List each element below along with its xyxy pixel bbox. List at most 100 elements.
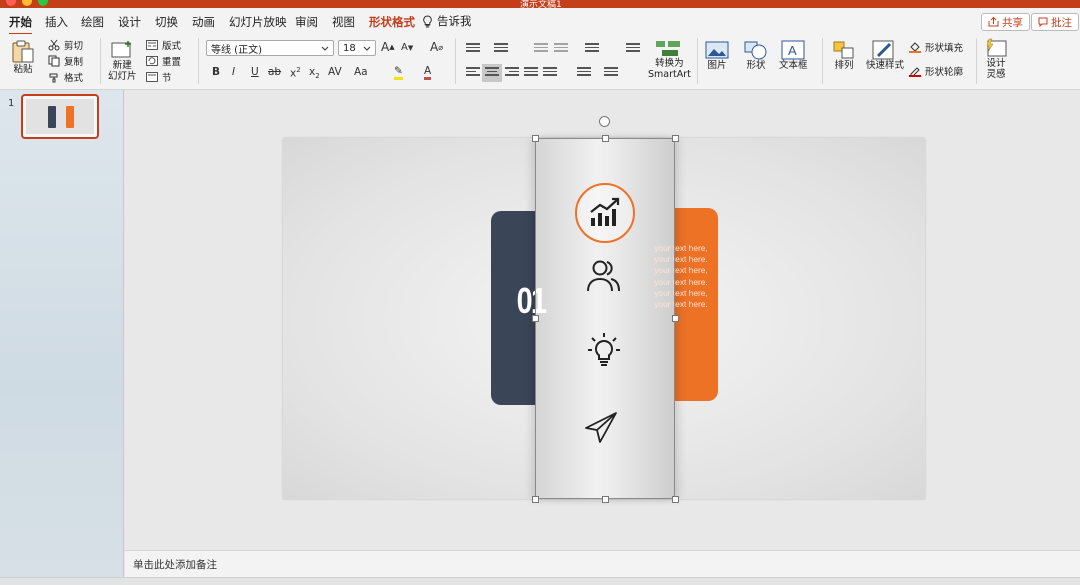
highlight-icon[interactable]: ✎ — [394, 66, 403, 80]
notes-placeholder: 单击此处添加备注 — [133, 559, 217, 571]
italic-icon[interactable]: I — [232, 66, 235, 78]
picture-icon — [705, 41, 729, 59]
minimize-window-button[interactable] — [22, 0, 32, 6]
design-ideas-button[interactable]: 设计 灵感 — [984, 38, 1008, 80]
tab-transitions[interactable]: 切换 — [155, 14, 178, 30]
shape-label: 形状 — [746, 60, 766, 71]
superscript-icon[interactable]: x2 — [290, 66, 301, 80]
scissors-icon — [48, 39, 60, 51]
tab-home[interactable]: 开始 — [9, 14, 32, 36]
subscript-icon[interactable]: x2 — [309, 66, 320, 80]
new-slide-label: 新建 幻灯片 — [108, 60, 137, 82]
resize-handle-bottom-left[interactable] — [532, 496, 539, 503]
new-slide-button[interactable]: 新建 幻灯片 — [108, 40, 137, 82]
design-ideas-icon — [986, 38, 1007, 57]
font-size-value: 18 — [343, 42, 356, 54]
numbering-icon[interactable] — [494, 43, 508, 55]
format-painter-button[interactable]: 格式 — [48, 70, 83, 84]
section-button[interactable]: 节 — [146, 70, 172, 84]
tab-animations[interactable]: 动画 — [192, 14, 215, 30]
strikethrough-icon[interactable]: ab — [268, 66, 281, 78]
slide-thumbnail[interactable] — [21, 94, 99, 139]
underline-icon[interactable]: U — [251, 66, 259, 78]
align-text-icon[interactable] — [604, 67, 618, 79]
resize-handle-right[interactable] — [672, 315, 679, 322]
comments-button[interactable]: 批注 — [1031, 13, 1079, 31]
shape-outline-button[interactable]: 形状轮廓 — [909, 64, 963, 78]
ribbon-separator — [822, 38, 823, 84]
smartart-icon — [656, 41, 681, 56]
columns-icon[interactable] — [626, 43, 640, 55]
ribbon-tab-row: 开始 插入 绘图 设计 切换 动画 幻灯片放映 审阅 视图 形状格式 告诉我 共… — [0, 8, 1080, 36]
tab-draw[interactable]: 绘图 — [81, 14, 104, 30]
tab-insert[interactable]: 插入 — [45, 14, 68, 30]
font-name-select[interactable]: 等线 (正文) — [206, 40, 334, 56]
font-color-icon[interactable]: A — [424, 66, 432, 80]
zoom-window-button[interactable] — [38, 0, 48, 6]
bold-icon[interactable]: B — [212, 66, 220, 78]
paste-button[interactable]: 粘贴 — [10, 40, 36, 75]
distributed-icon[interactable] — [543, 67, 557, 79]
tab-shape-format[interactable]: 形状格式 — [369, 14, 415, 30]
quick-styles-button[interactable]: 快速样式 — [866, 40, 904, 71]
resize-handle-left[interactable] — [532, 315, 539, 322]
increase-indent-icon[interactable] — [554, 43, 568, 55]
decrease-font-size-icon[interactable]: A ▼ — [401, 42, 413, 53]
resize-handle-bottom-right[interactable] — [672, 496, 679, 503]
notes-pane[interactable]: 单击此处添加备注 — [125, 550, 1080, 577]
tab-slideshow[interactable]: 幻灯片放映 — [229, 14, 287, 30]
character-spacing-icon[interactable]: AV — [328, 66, 342, 78]
shape-fill-button[interactable]: 形状填充 — [909, 40, 963, 54]
justify-icon[interactable] — [524, 67, 538, 79]
textbox-button[interactable]: A 文本框 — [779, 40, 808, 71]
cut-label: 剪切 — [64, 41, 84, 52]
increase-font-size-icon[interactable]: A ▲ — [381, 40, 395, 54]
resize-handle-top-right[interactable] — [672, 135, 679, 142]
layout-button[interactable]: 版式 — [146, 38, 181, 52]
text-direction-icon[interactable] — [577, 67, 591, 79]
font-size-select[interactable]: 18 — [338, 40, 376, 56]
line-spacing-icon[interactable] — [585, 43, 599, 55]
cut-button[interactable]: 剪切 — [48, 38, 83, 52]
reset-icon — [146, 56, 158, 66]
align-left-icon[interactable] — [466, 67, 480, 79]
svg-text:A: A — [788, 43, 797, 58]
align-right-icon[interactable] — [505, 67, 519, 79]
slide-thumbnails-panel: 1 — [0, 90, 124, 585]
tab-design[interactable]: 设计 — [118, 14, 141, 30]
arrange-button[interactable]: 排列 — [832, 40, 856, 71]
reset-button[interactable]: 重置 — [146, 54, 181, 68]
format-painter-icon — [49, 73, 58, 83]
arrange-icon — [833, 41, 854, 59]
paint-bucket-icon — [909, 42, 921, 53]
ribbon-separator — [100, 38, 101, 84]
format-painter-label: 格式 — [64, 73, 84, 84]
resize-handle-top-left[interactable] — [532, 135, 539, 142]
new-slide-icon — [111, 41, 132, 58]
rotate-handle[interactable] — [599, 116, 610, 127]
tab-view[interactable]: 视图 — [332, 14, 355, 30]
resize-handle-top[interactable] — [602, 135, 609, 142]
comments-label: 批注 — [1051, 16, 1072, 29]
tell-me-box[interactable]: 告诉我 — [422, 13, 472, 29]
ribbon-separator — [198, 38, 199, 84]
convert-smartart-button[interactable]: 转换为 SmartArt — [648, 38, 691, 80]
resize-handle-bottom[interactable] — [602, 496, 609, 503]
picture-button[interactable]: 图片 — [705, 40, 729, 71]
pen-icon — [909, 67, 921, 77]
copy-button[interactable]: 复制 — [48, 54, 83, 68]
share-button[interactable]: 共享 — [981, 13, 1030, 31]
align-center-icon[interactable] — [482, 64, 502, 82]
tab-review[interactable]: 审阅 — [295, 14, 318, 30]
font-name-value: 等线 (正文) — [211, 44, 262, 56]
thumbnail-dark-card — [48, 106, 56, 128]
shape-button[interactable]: 形状 — [744, 40, 768, 71]
close-window-button[interactable] — [6, 0, 16, 6]
ribbon-home: 粘贴 剪切 复制 格式 新建 幻灯片 版式 重置 节 等线 (正文) 18 A ▲… — [0, 34, 1080, 90]
decrease-indent-icon[interactable] — [534, 43, 548, 55]
change-case-icon[interactable]: Aa — [354, 66, 368, 78]
shape-icon — [744, 41, 767, 60]
status-bar — [0, 577, 1080, 585]
clear-formatting-icon[interactable]: A ⌀ — [430, 40, 443, 54]
bullets-icon[interactable] — [466, 43, 480, 55]
